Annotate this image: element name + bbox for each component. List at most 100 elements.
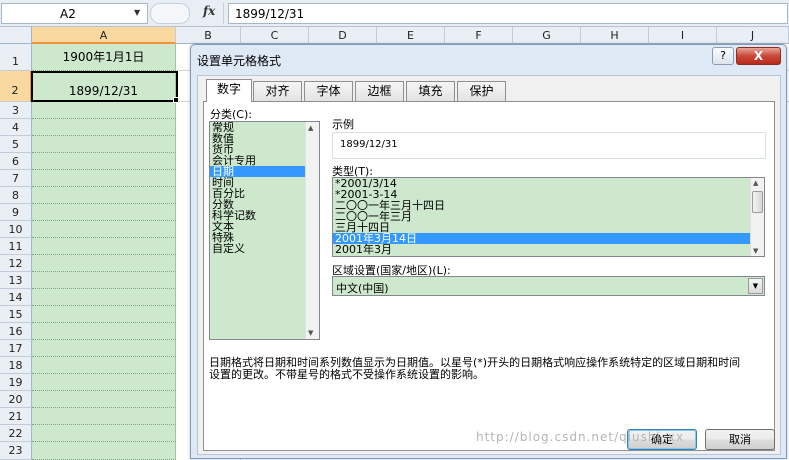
- cell-a22[interactable]: [32, 425, 176, 442]
- category-item[interactable]: 科学记数: [210, 210, 319, 221]
- cell-a23[interactable]: [32, 442, 176, 460]
- row-header-14[interactable]: 14: [0, 289, 32, 306]
- help-button[interactable]: ?: [712, 47, 734, 65]
- row-header-10[interactable]: 10: [0, 221, 32, 238]
- cancel-button[interactable]: 取消: [705, 429, 775, 450]
- cell-a6[interactable]: [32, 153, 176, 170]
- row-header-7[interactable]: 7: [0, 170, 32, 187]
- category-item[interactable]: 会计专用: [210, 155, 319, 166]
- row-header-22[interactable]: 22: [0, 425, 32, 442]
- chevron-down-icon[interactable]: ▼: [748, 278, 763, 294]
- category-item[interactable]: 特殊: [210, 232, 319, 243]
- category-item[interactable]: 数值: [210, 133, 319, 144]
- category-item-selected[interactable]: 日期: [210, 166, 305, 177]
- row-header-23[interactable]: 23: [0, 442, 32, 460]
- row-header-4[interactable]: 4: [0, 119, 32, 136]
- cell-a12[interactable]: [32, 255, 176, 272]
- tab-fill[interactable]: 填充: [406, 81, 455, 101]
- category-item[interactable]: 文本: [210, 221, 319, 232]
- row-header-6[interactable]: 6: [0, 153, 32, 170]
- tab-number[interactable]: 数字: [206, 79, 252, 102]
- cell-a10[interactable]: [32, 221, 176, 238]
- column-header-f[interactable]: F: [445, 27, 513, 44]
- type-item-selected[interactable]: 2001年3月14日: [333, 233, 750, 244]
- category-item[interactable]: 自定义: [210, 243, 319, 254]
- type-item[interactable]: 二〇〇一年三月: [333, 211, 764, 222]
- formula-input[interactable]: 1899/12/31: [228, 3, 788, 24]
- insert-function-icon[interactable]: fx: [203, 4, 215, 18]
- row-header-15[interactable]: 15: [0, 306, 32, 323]
- cell-a20[interactable]: [32, 391, 176, 408]
- category-list[interactable]: 常规 数值 货币 会计专用 日期 时间 百分比 分数 科学记数 文本 特殊 自定…: [209, 121, 320, 340]
- cell-a19[interactable]: [32, 374, 176, 391]
- category-item[interactable]: 货币: [210, 144, 319, 155]
- cell-a21[interactable]: [32, 408, 176, 425]
- column-header-j[interactable]: J: [717, 27, 789, 44]
- locale-select[interactable]: 中文(中国) ▼: [332, 276, 765, 296]
- tab-alignment[interactable]: 对齐: [253, 81, 302, 101]
- row-header-9[interactable]: 9: [0, 204, 32, 221]
- cell-a1[interactable]: 1900年1月1日: [32, 44, 176, 71]
- cell-a15[interactable]: [32, 306, 176, 323]
- category-item[interactable]: 时间: [210, 177, 319, 188]
- cell-a13[interactable]: [32, 272, 176, 289]
- cell-a16[interactable]: [32, 323, 176, 340]
- cell-a14[interactable]: [32, 289, 176, 306]
- scroll-down-icon[interactable]: ▼: [753, 247, 758, 255]
- row-header-1[interactable]: 1: [0, 44, 32, 71]
- cell-a7[interactable]: [32, 170, 176, 187]
- cell-a11[interactable]: [32, 238, 176, 255]
- scroll-down-icon[interactable]: ▼: [308, 329, 313, 337]
- column-header-i[interactable]: I: [649, 27, 717, 44]
- tab-font[interactable]: 字体: [304, 81, 353, 101]
- row-header-21[interactable]: 21: [0, 408, 32, 425]
- category-item[interactable]: 分数: [210, 199, 319, 210]
- column-header-h[interactable]: H: [581, 27, 649, 44]
- close-button[interactable]: X: [736, 47, 781, 65]
- cell-a9[interactable]: [32, 204, 176, 221]
- category-item[interactable]: 百分比: [210, 188, 319, 199]
- column-header-a[interactable]: A: [32, 27, 176, 44]
- tab-protection[interactable]: 保护: [457, 81, 506, 101]
- select-all-corner[interactable]: [0, 27, 32, 44]
- column-header-e[interactable]: E: [377, 27, 445, 44]
- row-header-20[interactable]: 20: [0, 391, 32, 408]
- fill-handle[interactable]: [173, 97, 179, 103]
- column-header-g[interactable]: G: [513, 27, 581, 44]
- category-item[interactable]: 常规: [210, 122, 319, 133]
- type-list[interactable]: *2001/3/14 *2001-3-14 二〇〇一年三月十四日 二〇〇一年三月…: [332, 177, 765, 257]
- column-header-b[interactable]: B: [176, 27, 241, 44]
- type-item[interactable]: 2001年3月: [333, 244, 764, 255]
- excel-window: A2 ▼ fx 1899/12/31 A B C D E F G H I J 1…: [0, 0, 789, 460]
- cell-a17[interactable]: [32, 340, 176, 357]
- scroll-up-icon[interactable]: ▲: [753, 179, 758, 187]
- cell-a18[interactable]: [32, 357, 176, 374]
- tab-border[interactable]: 边框: [355, 81, 404, 101]
- row-header-16[interactable]: 16: [0, 323, 32, 340]
- row-header-5[interactable]: 5: [0, 136, 32, 153]
- cell-a8[interactable]: [32, 187, 176, 204]
- scroll-thumb[interactable]: [752, 191, 763, 213]
- sample-value: 1899/12/31: [340, 139, 398, 150]
- name-box[interactable]: A2: [1, 3, 148, 24]
- row-header-17[interactable]: 17: [0, 340, 32, 357]
- cell-a3[interactable]: [32, 102, 176, 119]
- row-header-18[interactable]: 18: [0, 357, 32, 374]
- row-header-19[interactable]: 19: [0, 374, 32, 391]
- row-header-12[interactable]: 12: [0, 255, 32, 272]
- category-label: 分类(C):: [210, 108, 252, 121]
- scroll-up-icon[interactable]: ▲: [308, 124, 313, 132]
- category-scrollbar[interactable]: ▲ ▼: [305, 122, 319, 339]
- cell-a5[interactable]: [32, 136, 176, 153]
- column-header-d[interactable]: D: [309, 27, 377, 44]
- row-header-3[interactable]: 3: [0, 102, 32, 119]
- type-scrollbar[interactable]: ▲ ▼: [750, 178, 764, 256]
- type-item[interactable]: *2001/3/14: [333, 178, 764, 189]
- name-box-dropdown-icon[interactable]: ▼: [134, 8, 140, 17]
- cell-a4[interactable]: [32, 119, 176, 136]
- column-header-c[interactable]: C: [241, 27, 309, 44]
- row-header-2[interactable]: 2: [0, 71, 32, 102]
- row-header-11[interactable]: 11: [0, 238, 32, 255]
- row-header-13[interactable]: 13: [0, 272, 32, 289]
- row-header-8[interactable]: 8: [0, 187, 32, 204]
